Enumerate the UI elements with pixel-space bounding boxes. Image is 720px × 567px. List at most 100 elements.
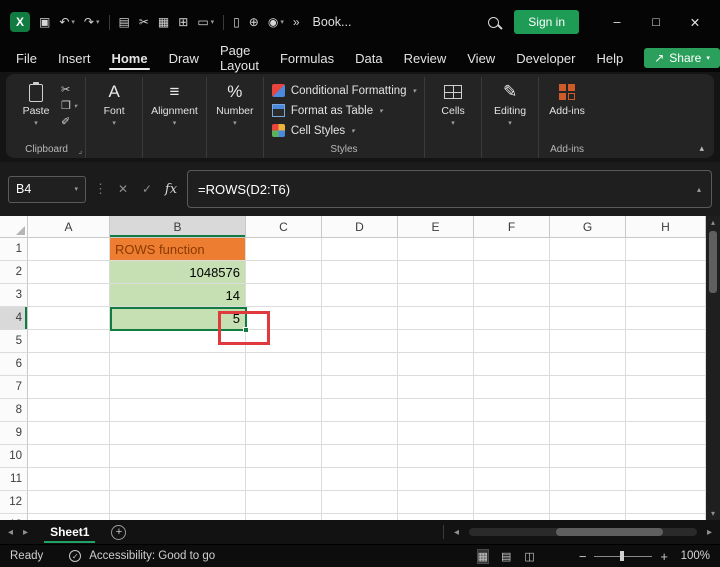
cell[interactable] [550,422,626,445]
cell[interactable] [550,399,626,422]
cell[interactable] [110,376,246,399]
row-header-5[interactable]: 5 [0,330,28,353]
horizontal-scrollbar[interactable] [468,528,697,536]
cell[interactable] [246,261,322,284]
cell[interactable] [398,376,474,399]
cell[interactable] [626,468,706,491]
cell[interactable] [550,261,626,284]
chevron-down-icon[interactable]: ▾ [71,18,75,26]
cell[interactable] [398,353,474,376]
format-painter-button[interactable]: ✐ [61,115,77,128]
tab-formulas[interactable]: Formulas [280,44,334,72]
more-commands-icon[interactable]: » [293,15,300,29]
row-header-11[interactable]: 11 [0,468,28,491]
cell[interactable] [110,399,246,422]
column-header-f[interactable]: F [474,216,550,238]
hscroll-right-icon[interactable]: ▸ [707,527,712,538]
dialog-launcher-icon[interactable]: ⌟ [78,146,82,155]
cell[interactable] [550,376,626,399]
accessibility-status[interactable]: Accessibility: Good to go [89,550,215,562]
share-button[interactable]: ↗ Share ▾ [644,48,720,68]
cell[interactable] [626,445,706,468]
cell[interactable] [246,238,322,261]
cell[interactable] [246,422,322,445]
cell[interactable] [626,284,706,307]
cell[interactable] [626,261,706,284]
cell[interactable] [626,399,706,422]
cell[interactable] [246,376,322,399]
cell[interactable] [398,307,474,330]
cell-b1[interactable]: ROWS function [110,238,246,261]
cell[interactable] [110,491,246,514]
tab-page-layout[interactable]: Page Layout [220,43,259,73]
tab-review[interactable]: Review [404,44,447,72]
cell[interactable] [28,238,110,261]
cell[interactable] [550,330,626,353]
cell[interactable] [322,238,398,261]
cell[interactable] [28,422,110,445]
cell[interactable] [626,422,706,445]
clipboard-icon[interactable]: ▤ [119,15,130,29]
cell[interactable] [28,399,110,422]
collapse-ribbon-icon[interactable]: ▴ [699,143,704,154]
cell[interactable] [246,491,322,514]
cell[interactable] [398,468,474,491]
cell-styles-button[interactable]: Cell Styles ▾ [271,121,416,140]
row-header-9[interactable]: 9 [0,422,28,445]
cell[interactable] [398,330,474,353]
cell[interactable] [322,307,398,330]
sheet-tab-sheet1[interactable]: Sheet1 [38,520,101,544]
cell[interactable] [626,307,706,330]
sheet-nav-right-icon[interactable]: ▸ [23,527,28,538]
formula-input[interactable]: =ROWS(D2:T6) ▴ [187,170,712,208]
undo-icon[interactable]: ↶ ▾ [59,15,75,29]
enter-icon[interactable]: ✓ [139,182,155,196]
cell[interactable] [28,468,110,491]
formula-bar-handle-icon[interactable]: ⋮ [94,181,107,197]
cell[interactable] [246,284,322,307]
addins-button[interactable]: Add-ins [547,80,587,117]
chevron-down-icon[interactable]: ▾ [211,18,215,26]
cell[interactable] [246,445,322,468]
sign-in-button[interactable]: Sign in [514,10,579,34]
cell-b2[interactable]: 1048576 [110,261,246,284]
tab-data[interactable]: Data [355,44,382,72]
row-header-8[interactable]: 8 [0,399,28,422]
maximize-button[interactable]: □ [641,15,671,29]
cell[interactable] [110,422,246,445]
cell[interactable] [110,514,246,520]
minimize-button[interactable]: – [602,15,632,29]
column-header-g[interactable]: G [550,216,626,238]
tab-file[interactable]: File [16,44,37,72]
new-sheet-button[interactable]: + [111,524,127,540]
alignment-button[interactable]: ≡ Alignment ▾ [151,80,198,127]
tab-developer[interactable]: Developer [516,44,575,72]
tab-insert[interactable]: Insert [58,44,91,72]
cell[interactable] [474,261,550,284]
cell[interactable] [550,468,626,491]
row-header-1[interactable]: 1 [0,238,28,261]
zoom-level[interactable]: 100% [676,550,710,562]
cell[interactable] [322,422,398,445]
cell[interactable] [246,468,322,491]
cell[interactable] [474,445,550,468]
cell[interactable] [626,376,706,399]
chevron-down-icon[interactable]: ▾ [74,185,78,193]
sheet-nav-left-icon[interactable]: ◂ [8,527,13,538]
chevron-down-icon[interactable]: ▾ [96,18,100,26]
column-header-e[interactable]: E [398,216,474,238]
cell[interactable] [28,284,110,307]
tab-help[interactable]: Help [596,44,623,72]
cell[interactable] [322,468,398,491]
workbook-name[interactable]: Book... [313,15,352,29]
cell[interactable] [28,261,110,284]
column-header-c[interactable]: C [246,216,322,238]
close-button[interactable]: ✕ [680,15,710,30]
editing-button[interactable]: ✎ Editing ▾ [490,80,530,127]
cell-b3[interactable]: 14 [110,284,246,307]
cell[interactable] [398,445,474,468]
cell[interactable] [246,514,322,520]
zoom-in-button[interactable]: + [660,549,668,564]
search-icon[interactable] [488,16,500,28]
format-as-table-button[interactable]: Format as Table ▾ [271,101,416,120]
